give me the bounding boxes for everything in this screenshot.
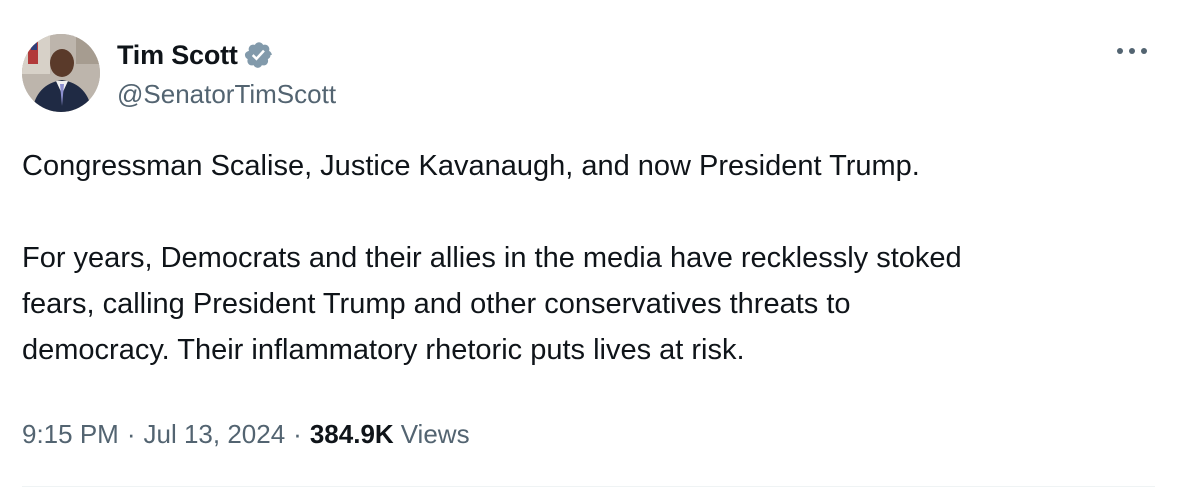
more-options-button[interactable]	[1110, 36, 1154, 66]
tweet-text: Congressman Scalise, Justice Kavanaugh, …	[22, 143, 1172, 373]
author-display-name[interactable]: Tim Scott	[117, 38, 238, 72]
more-options-icon	[1117, 48, 1147, 54]
tweet-card: Tim Scott @SenatorTimScott Congressman S…	[0, 0, 1194, 498]
tweet-paragraph: For years, Democrats and their allies in…	[22, 242, 962, 366]
author-avatar[interactable]	[22, 34, 100, 112]
tweet-time[interactable]: 9:15 PM	[22, 414, 119, 454]
verified-badge-icon[interactable]	[244, 40, 274, 70]
author-name-row: Tim Scott	[117, 38, 274, 72]
author-handle[interactable]: @SenatorTimScott	[117, 78, 336, 110]
views-count[interactable]: 384.9K	[310, 414, 394, 454]
meta-separator: ·	[293, 419, 302, 449]
tweet-paragraph: Congressman Scalise, Justice Kavanaugh, …	[22, 150, 920, 182]
views-label[interactable]: Views	[401, 414, 470, 454]
meta-separator: ·	[126, 419, 136, 449]
divider	[22, 486, 1155, 487]
avatar-image	[22, 34, 100, 112]
tweet-date[interactable]: Jul 13, 2024	[144, 414, 286, 454]
tweet-metadata: 9:15 PM · Jul 13, 2024 · 384.9K Views	[22, 414, 470, 454]
